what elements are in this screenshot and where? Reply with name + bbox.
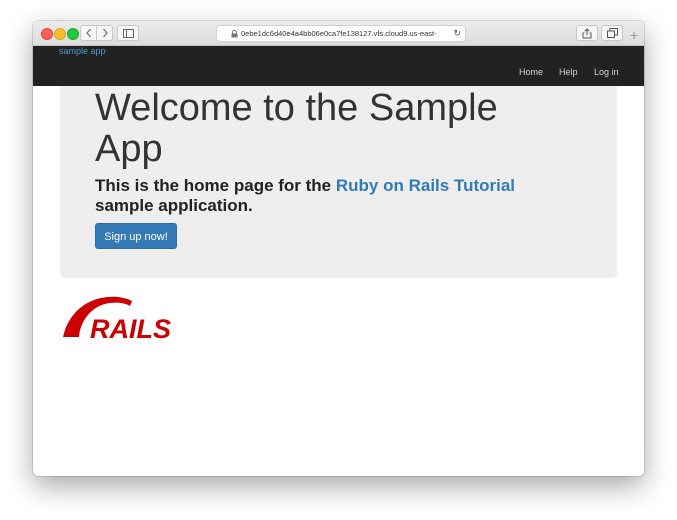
hero-subtitle-before: This is the home page for the [95, 176, 336, 195]
reload-icon[interactable]: ↻ [453, 28, 461, 39]
tabs-icon [606, 28, 618, 38]
sidebar-toggle-button[interactable] [117, 25, 139, 41]
site-navbar: sample app Home Help Log in [33, 46, 644, 86]
minimize-window-icon[interactable] [54, 28, 66, 40]
hero-jumbotron: Welcome to the Sample App This is the ho… [60, 86, 617, 278]
sidebar-icon [122, 28, 134, 38]
rails-logo[interactable]: RAILS [60, 293, 182, 348]
browser-titlebar: 0ebe1dc6d40e4a4bb06e0ca7fe138127.vfs.clo… [33, 21, 644, 46]
hero-subtitle: This is the home page for the Ruby on Ra… [95, 176, 565, 216]
nav-link-help[interactable]: Help [559, 67, 578, 77]
page-title: Welcome to the Sample App [95, 87, 498, 170]
forward-button[interactable] [96, 25, 113, 41]
share-button[interactable] [576, 25, 598, 41]
lock-icon [231, 29, 238, 37]
rails-logo-text: RAILS [90, 314, 171, 343]
hero-subtitle-after: sample application. [95, 196, 253, 215]
nav-link-home[interactable]: Home [519, 67, 543, 77]
address-bar[interactable]: 0ebe1dc6d40e4a4bb06e0ca7fe138127.vfs.clo… [216, 25, 466, 42]
chevron-right-icon [102, 28, 108, 38]
nav-link-login[interactable]: Log in [594, 67, 619, 77]
url-text: 0ebe1dc6d40e4a4bb06e0ca7fe138127.vfs.clo… [241, 29, 437, 38]
browser-window: 0ebe1dc6d40e4a4bb06e0ca7fe138127.vfs.clo… [33, 21, 644, 476]
show-tabs-button[interactable] [601, 25, 623, 41]
fullscreen-window-icon[interactable] [67, 28, 79, 40]
chevron-left-icon [85, 28, 91, 38]
signup-button[interactable]: Sign up now! [95, 223, 177, 249]
back-button[interactable] [80, 25, 97, 41]
new-tab-button[interactable]: + [630, 28, 638, 42]
site-brand-link[interactable]: sample app [59, 46, 106, 56]
close-window-icon[interactable] [41, 28, 53, 40]
tutorial-link[interactable]: Ruby on Rails Tutorial [336, 176, 515, 195]
rails-logo-image: RAILS [63, 296, 171, 344]
share-icon [582, 27, 592, 38]
